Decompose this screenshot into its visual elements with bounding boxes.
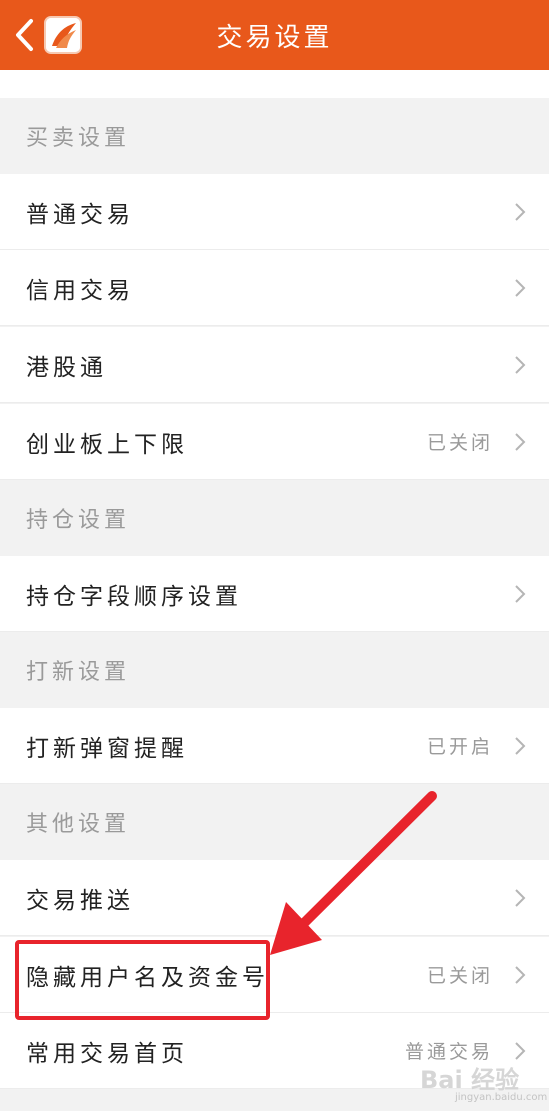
row-label: 隐藏用户名及资金号	[26, 964, 269, 991]
row-label: 交易推送	[26, 887, 134, 914]
chevron-right-icon	[515, 203, 526, 221]
chevron-right-icon	[515, 585, 526, 603]
watermark: Bai 经验	[420, 1066, 520, 1094]
chevron-right-icon	[515, 737, 526, 755]
row-label: 港股通	[26, 354, 107, 381]
page-title: 交易设置	[216, 22, 333, 53]
settings-row-normal-trade[interactable]: 普通交易	[0, 174, 549, 250]
row-status: 已关闭	[426, 432, 493, 454]
list-item	[0, 70, 549, 98]
chevron-right-icon	[515, 966, 526, 984]
settings-row-ipo-popup[interactable]: 打新弹窗提醒 已开启	[0, 708, 549, 784]
row-status: 已关闭	[426, 965, 493, 987]
settings-row-hide-username[interactable]: 隐藏用户名及资金号 已关闭	[0, 937, 549, 1013]
settings-row-credit-trade[interactable]: 信用交易	[0, 250, 549, 326]
settings-row-hk-connect[interactable]: 港股通	[0, 327, 549, 403]
app-logo-icon	[44, 16, 82, 54]
chevron-right-icon	[515, 356, 526, 374]
chevron-right-icon	[515, 1042, 526, 1060]
back-button[interactable]	[10, 16, 38, 54]
section-header-ipo: 打新设置	[0, 632, 549, 708]
chevron-left-icon	[16, 19, 33, 51]
row-status: 已开启	[426, 736, 493, 758]
row-label: 普通交易	[26, 201, 134, 228]
settings-row-gem-limit[interactable]: 创业板上下限 已关闭	[0, 404, 549, 480]
row-label: 创业板上下限	[26, 431, 188, 458]
chevron-right-icon	[515, 433, 526, 451]
watermark-url: jingyan.baidu.com	[455, 1092, 548, 1103]
settings-row-holding-fields[interactable]: 持仓字段顺序设置	[0, 556, 549, 632]
row-label: 信用交易	[26, 277, 134, 304]
title-bar: 交易设置	[0, 0, 549, 70]
row-label: 持仓字段顺序设置	[26, 583, 242, 610]
chevron-right-icon	[515, 279, 526, 297]
section-header-holdings: 持仓设置	[0, 480, 549, 556]
section-header-trade: 买卖设置	[0, 98, 549, 174]
section-header-other: 其他设置	[0, 784, 549, 860]
row-label: 打新弹窗提醒	[26, 735, 188, 762]
row-label: 常用交易首页	[26, 1040, 188, 1067]
chevron-right-icon	[515, 889, 526, 907]
settings-row-trade-push[interactable]: 交易推送	[0, 860, 549, 936]
